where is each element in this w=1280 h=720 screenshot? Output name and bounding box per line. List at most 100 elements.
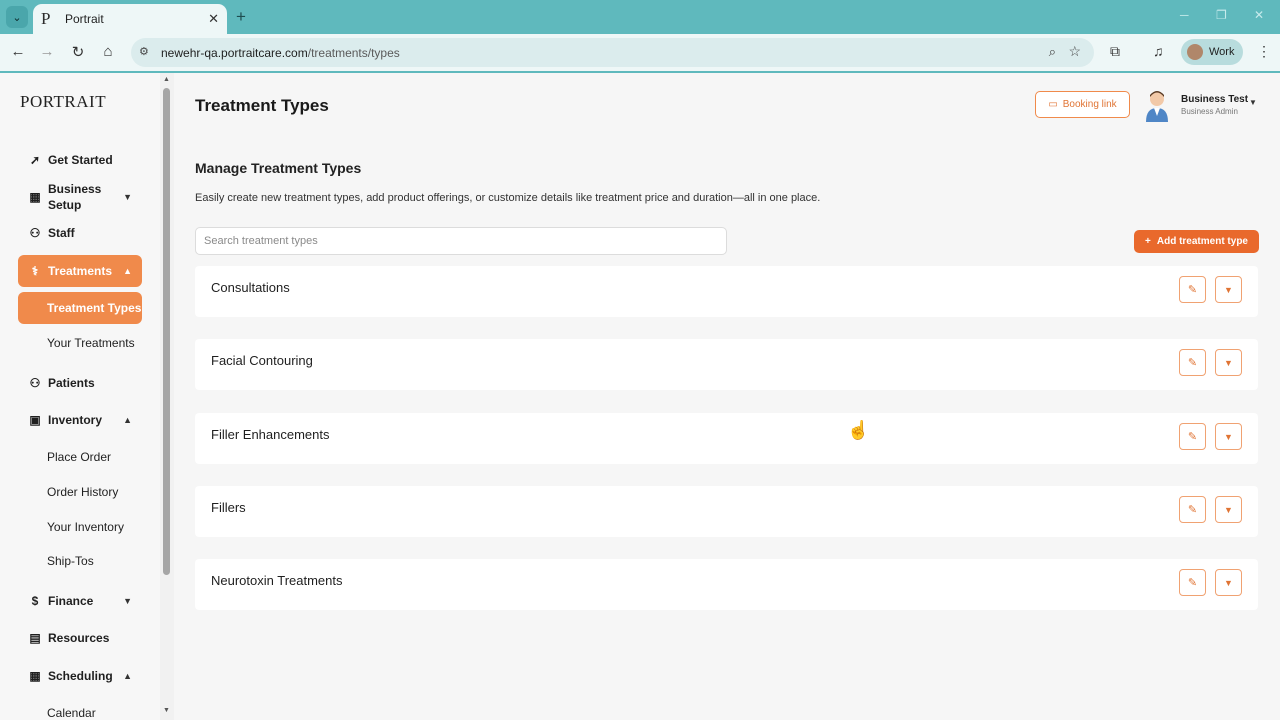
scrollbar-thumb[interactable] xyxy=(163,88,170,575)
treatment-type-row[interactable]: Fillers ✎ ▼ xyxy=(195,486,1258,537)
chevron-down-icon[interactable]: ▼ xyxy=(1215,276,1242,303)
browser-tab[interactable]: P Portrait ✕ xyxy=(33,4,227,34)
browser-menu-icon[interactable]: ⋮ xyxy=(1257,43,1271,60)
chevron-up-icon: ▲ xyxy=(123,415,132,425)
user-avatar[interactable] xyxy=(1144,90,1170,122)
sidebar-item-business-setup[interactable]: ▦ Business Setup ▼ xyxy=(18,181,142,213)
sidebar-item-staff[interactable]: ⚇ Staff xyxy=(18,223,142,243)
sidebar-item-label: Inventory xyxy=(48,413,103,427)
maximize-icon[interactable]: ❐ xyxy=(1216,8,1227,22)
sidebar-item-patients[interactable]: ⚇ Patients xyxy=(18,373,142,393)
sidebar: PORTRAIT ➚ Get Started ▦ Business Setup ▼… xyxy=(0,73,160,720)
sidebar-item-label: Treatments xyxy=(48,264,113,278)
chevron-up-icon: ▲ xyxy=(123,671,132,681)
edit-pencil-icon[interactable]: ✎ xyxy=(1179,349,1206,376)
zoom-icon[interactable]: ⌕ xyxy=(1049,44,1056,60)
main-content: Treatment Types ▭ Booking link Business … xyxy=(174,73,1280,720)
user-role: Business Admin xyxy=(1181,107,1238,116)
chevron-down-icon[interactable]: ▼ xyxy=(1215,423,1242,450)
home-icon[interactable]: ⌂ xyxy=(99,43,117,60)
treatment-type-name: Filler Enhancements xyxy=(211,427,330,442)
portrait-logo[interactable]: PORTRAIT xyxy=(20,92,106,112)
treatments-icon: ⚕ xyxy=(31,264,39,278)
add-treatment-type-button[interactable]: + Add treatment type xyxy=(1134,230,1259,253)
search-input[interactable] xyxy=(195,227,727,255)
calendar-icon: ▦ xyxy=(29,669,41,683)
site-info-icon[interactable]: ⚙ xyxy=(139,45,149,58)
reload-icon[interactable]: ↻ xyxy=(69,43,87,61)
sidebar-item-treatments[interactable]: ⚕ Treatments ▲ xyxy=(18,255,142,287)
tab-close-icon[interactable]: ✕ xyxy=(208,11,219,27)
patients-icon: ⚇ xyxy=(29,376,41,390)
section-description: Easily create new treatment types, add p… xyxy=(195,192,821,204)
address-bar[interactable]: ⚙ newehr-qa.portraitcare.com/treatments/… xyxy=(131,38,1094,67)
page-title: Treatment Types xyxy=(195,96,329,115)
browser-toolbar: ← → ↻ ⌂ ⚙ newehr-qa.portraitcare.com/tre… xyxy=(0,34,1280,71)
sidebar-item-your-inventory[interactable]: Your Inventory xyxy=(18,511,142,543)
tab-search-icon[interactable]: ⌄ xyxy=(6,6,28,28)
edit-pencil-icon[interactable]: ✎ xyxy=(1179,276,1206,303)
extensions-icon[interactable]: ⧉ xyxy=(1110,43,1120,60)
sidebar-item-your-treatments[interactable]: Your Treatments xyxy=(18,327,142,359)
portrait-favicon-icon: P xyxy=(41,9,51,28)
scroll-down-icon[interactable]: ▼ xyxy=(163,707,170,714)
sidebar-item-scheduling[interactable]: ▦ Scheduling ▲ xyxy=(18,666,142,686)
treatment-type-row[interactable]: Consultations ✎ ▼ xyxy=(195,266,1258,317)
section-title: Manage Treatment Types xyxy=(195,160,362,176)
staff-icon: ⚇ xyxy=(29,226,41,240)
chevron-down-icon[interactable]: ▼ xyxy=(1249,98,1257,107)
edit-pencil-icon[interactable]: ✎ xyxy=(1179,423,1206,450)
rocket-icon: ➚ xyxy=(29,153,41,167)
sidebar-item-get-started[interactable]: ➚ Get Started xyxy=(18,150,142,170)
chevron-up-icon: ▲ xyxy=(123,266,132,276)
treatment-type-row[interactable]: Filler Enhancements ✎ ▼ xyxy=(195,413,1258,464)
bookmark-star-icon[interactable]: ☆ xyxy=(1068,43,1081,60)
new-tab-icon[interactable]: + xyxy=(236,7,246,27)
booking-link-label: Booking link xyxy=(1062,99,1117,110)
sidebar-item-label: Get Started xyxy=(48,153,113,167)
back-icon[interactable]: ← xyxy=(9,43,27,60)
user-name[interactable]: Business Test xyxy=(1181,94,1248,105)
tab-title: Portrait xyxy=(65,12,104,26)
sidebar-item-place-order[interactable]: Place Order xyxy=(18,441,142,473)
forward-icon[interactable]: → xyxy=(38,43,56,60)
sidebar-item-calendar[interactable]: Calendar xyxy=(18,697,142,720)
chevron-down-icon: ▼ xyxy=(123,596,132,606)
sidebar-item-treatment-types[interactable]: Treatment Types xyxy=(18,292,142,324)
plus-icon: + xyxy=(1145,236,1151,247)
edit-pencil-icon[interactable]: ✎ xyxy=(1179,496,1206,523)
chevron-down-icon[interactable]: ▼ xyxy=(1215,569,1242,596)
chevron-down-icon: ▼ xyxy=(123,192,132,202)
sidebar-item-label: Scheduling xyxy=(48,669,113,683)
scroll-up-icon[interactable]: ▲ xyxy=(163,76,170,83)
treatment-type-row[interactable]: Neurotoxin Treatments ✎ ▼ xyxy=(195,559,1258,610)
url-text: newehr-qa.portraitcare.com/treatments/ty… xyxy=(161,46,400,60)
media-controls-icon[interactable]: ♫ xyxy=(1153,43,1164,59)
hand-cursor-icon: ☝ xyxy=(847,420,870,440)
treatment-type-name: Facial Contouring xyxy=(211,353,313,368)
sidebar-item-ship-tos[interactable]: Ship-Tos xyxy=(18,545,142,577)
profile-button[interactable]: Work xyxy=(1181,39,1243,65)
chevron-down-icon[interactable]: ▼ xyxy=(1215,349,1242,376)
treatment-type-name: Consultations xyxy=(211,280,290,295)
sidebar-item-finance[interactable]: $ Finance ▼ xyxy=(18,591,142,611)
minimize-icon[interactable]: ─ xyxy=(1180,8,1189,22)
sidebar-item-label: Patients xyxy=(48,376,95,390)
edit-pencil-icon[interactable]: ✎ xyxy=(1179,569,1206,596)
resources-icon: ▤ xyxy=(29,631,41,645)
window-close-icon[interactable]: ✕ xyxy=(1254,8,1264,22)
box-icon: ▣ xyxy=(29,413,41,427)
sidebar-item-inventory[interactable]: ▣ Inventory ▲ xyxy=(18,410,142,430)
dollar-icon: $ xyxy=(31,594,39,608)
treatment-type-row[interactable]: Facial Contouring ✎ ▼ xyxy=(195,339,1258,390)
business-setup-label-line2: Setup xyxy=(48,198,82,212)
treatment-type-name: Neurotoxin Treatments xyxy=(211,573,343,588)
sidebar-scrollbar[interactable]: ▲ ▼ xyxy=(160,73,174,720)
building-icon: ▦ xyxy=(29,190,41,204)
sidebar-item-order-history[interactable]: Order History xyxy=(18,476,142,508)
profile-avatar xyxy=(1187,44,1203,60)
booking-link-button[interactable]: ▭ Booking link xyxy=(1035,91,1130,118)
sidebar-item-resources[interactable]: ▤ Resources xyxy=(18,628,142,648)
chevron-down-icon[interactable]: ▼ xyxy=(1215,496,1242,523)
profile-label: Work xyxy=(1209,46,1235,58)
